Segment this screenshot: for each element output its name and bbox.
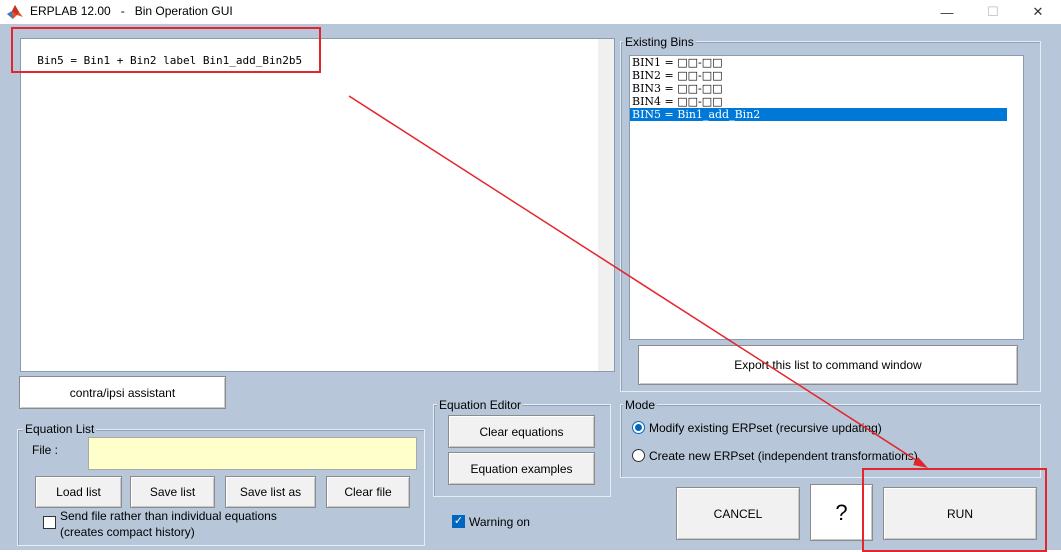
cancel-button[interactable]: CANCEL (676, 487, 800, 540)
file-label: File : (32, 443, 59, 457)
export-list-button[interactable]: Export this list to command window (638, 345, 1018, 385)
send-file-label-line1: Send file rather than individual equatio… (60, 509, 277, 523)
contra-ipsi-assistant-button[interactable]: contra/ipsi assistant (19, 376, 226, 409)
equation-editor-title: Equation Editor (437, 398, 524, 412)
bin-list-item[interactable]: BIN5 = Bin1_add_Bin2 (630, 108, 1007, 121)
bin-list-item[interactable]: BIN2 = □□-□□ (630, 69, 1007, 82)
equation-text-area[interactable]: Bin5 = Bin1 + Bin2 label Bin1_add_Bin2b5 (20, 38, 615, 372)
file-path-field[interactable] (88, 437, 417, 470)
equation-list-title: Equation List (23, 422, 97, 436)
existing-bins-title: Existing Bins (623, 35, 696, 49)
mode-create-label: Create new ERPset (independent transform… (649, 449, 918, 463)
mode-modify-radio[interactable] (632, 421, 645, 434)
bin-list-item[interactable]: BIN3 = □□-□□ (630, 82, 1007, 95)
warning-checkbox[interactable]: ✓ (452, 515, 465, 528)
save-list-as-button[interactable]: Save list as (225, 476, 316, 508)
clear-file-button[interactable]: Clear file (326, 476, 410, 508)
equation-examples-button[interactable]: Equation examples (448, 452, 595, 485)
send-file-label: Send file rather than individual equatio… (60, 508, 277, 540)
window-title: ERPLAB 12.00 - Bin Operation GUI (30, 4, 233, 18)
minimize-icon: — (940, 4, 954, 20)
minimize-button[interactable]: — (924, 0, 970, 24)
matlab-logo-icon (6, 3, 24, 21)
editor-scrollbar[interactable] (598, 39, 614, 371)
help-icon: ? (835, 499, 848, 525)
mode-modify-label: Modify existing ERPset (recursive updati… (649, 421, 882, 435)
maximize-button[interactable]: ☐ (970, 0, 1016, 24)
load-list-button[interactable]: Load list (35, 476, 122, 508)
equation-text: Bin5 = Bin1 + Bin2 label Bin1_add_Bin2b5 (37, 54, 303, 67)
help-button[interactable]: ? (810, 484, 873, 541)
clear-equations-button[interactable]: Clear equations (448, 415, 595, 448)
title-bar: ERPLAB 12.00 - Bin Operation GUI — ☐ ✕ (0, 0, 1061, 24)
send-file-checkbox[interactable] (43, 516, 56, 529)
bin-list-item[interactable]: BIN4 = □□-□□ (630, 95, 1007, 108)
existing-bins-list[interactable]: BIN1 = □□-□□ BIN2 = □□-□□ BIN3 = □□-□□ BIN4… (629, 55, 1024, 340)
bin-list-item[interactable]: BIN1 = □□-□□ (630, 56, 1007, 69)
mode-title: Mode (623, 398, 658, 412)
run-button[interactable]: RUN (883, 487, 1037, 540)
maximize-icon: ☐ (987, 4, 999, 19)
send-file-label-line2: (creates compact history) (60, 525, 195, 539)
save-list-button[interactable]: Save list (130, 476, 215, 508)
close-icon: ✕ (1032, 4, 1044, 19)
check-icon: ✓ (453, 515, 464, 527)
mode-panel (620, 404, 1041, 478)
warning-label: Warning on (469, 515, 530, 529)
mode-create-radio[interactable] (632, 449, 645, 462)
close-button[interactable]: ✕ (1015, 0, 1061, 24)
